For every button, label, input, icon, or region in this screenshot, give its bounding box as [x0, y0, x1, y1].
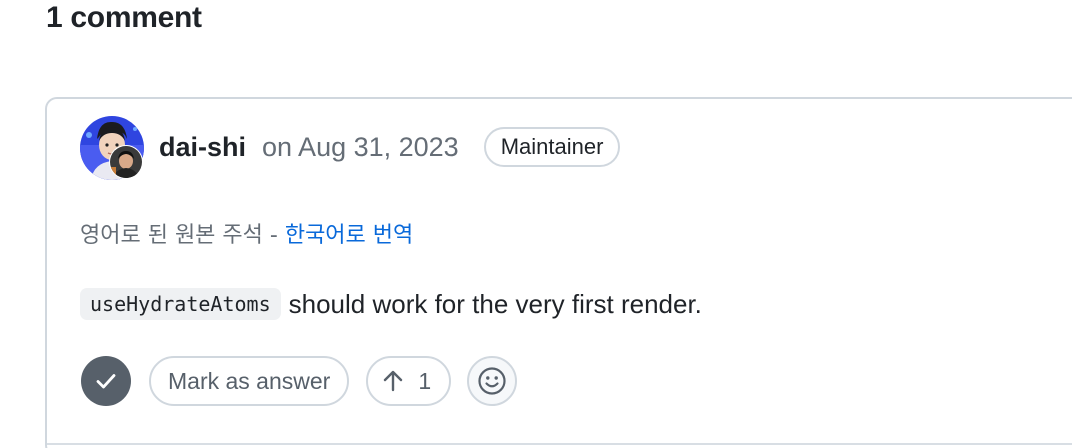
- comment-header: dai-shi on Aug 31, 2023 Maintainer: [159, 125, 621, 169]
- comment-card: dai-shi on Aug 31, 2023 Maintainer 영어로 된…: [45, 97, 1072, 448]
- translation-note: 영어로 된 원본 주석 -: [80, 223, 285, 248]
- mark-as-answer-button[interactable]: Mark as answer: [149, 356, 350, 406]
- maintainer-badge: Maintainer: [483, 127, 621, 167]
- mark-as-answer-label: Mark as answer: [168, 367, 331, 394]
- upvote-button[interactable]: 1: [366, 356, 452, 406]
- upvote-count: 1: [418, 367, 432, 394]
- answer-check-button[interactable]: [81, 356, 131, 406]
- comments-count-heading: 1 comment: [46, 1, 202, 34]
- user-avatar-icon: [80, 116, 144, 180]
- comment-text: should work for the very first render.: [288, 288, 702, 319]
- smiley-icon: [478, 367, 506, 395]
- author-name-link[interactable]: dai-shi: [159, 132, 246, 163]
- translate-link[interactable]: 한국어로 번역: [285, 223, 413, 248]
- comment-date-link[interactable]: on Aug 31, 2023: [262, 132, 459, 163]
- arrow-up-icon: [384, 370, 403, 392]
- translation-notice: 영어로 된 원본 주석 - 한국어로 번역: [80, 217, 413, 249]
- discussion-comments: 1 comment dai-shi on Aug 31, 2023 Mainta…: [0, 0, 1072, 448]
- check-icon: [96, 374, 116, 389]
- comment-body: useHydrateAtoms should work for the very…: [80, 286, 702, 322]
- inline-code: useHydrateAtoms: [80, 288, 281, 320]
- add-reaction-button[interactable]: [467, 356, 518, 406]
- author-avatar[interactable]: [79, 115, 145, 181]
- card-divider: [47, 443, 1072, 445]
- comment-actions: Mark as answer 1: [81, 355, 518, 407]
